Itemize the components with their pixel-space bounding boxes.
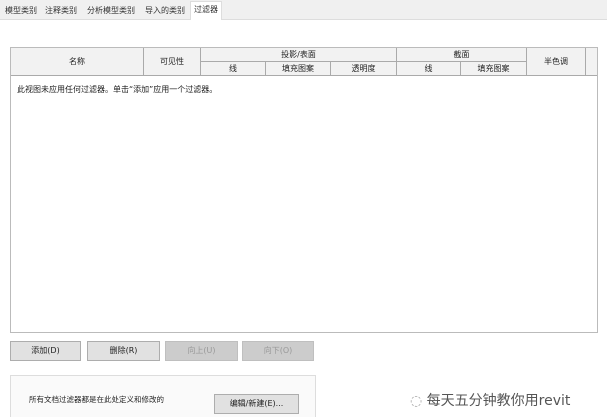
filters-table: 名称 可见性 投影/表面 线 填充图案 透明度 截面 线 填充图案 半色调 此视… (10, 47, 598, 333)
header-halftone[interactable]: 半色调 (527, 48, 586, 76)
filter-definition-group: 所有文档过滤器都是在此处定义和修改的 编辑/新建(E)... (10, 375, 316, 417)
header-proj-line[interactable]: 线 (201, 62, 266, 76)
header-projection: 投影/表面 (201, 48, 397, 62)
wechat-icon: ◌ (410, 393, 427, 409)
header-cut-fill[interactable]: 填充图案 (461, 62, 527, 76)
footer-note: 所有文档过滤器都是在此处定义和修改的 (29, 395, 164, 404)
header-proj-transparency[interactable]: 透明度 (331, 62, 397, 76)
header-cut-line[interactable]: 线 (397, 62, 461, 76)
header-name[interactable]: 名称 (11, 48, 144, 76)
header-extra (586, 48, 597, 76)
watermark: ◌ 每天五分钟教你用revit (410, 393, 571, 409)
edit-new-button[interactable]: 编辑/新建(E)... (214, 394, 299, 414)
tab-analytical-categories[interactable]: 分析模型类别 (84, 3, 138, 18)
move-down-button[interactable]: 向下(O) (242, 341, 314, 361)
tab-filters[interactable]: 过滤器 (190, 1, 222, 20)
add-button[interactable]: 添加(D) (10, 341, 81, 361)
empty-message: 此视图未应用任何过滤器。单击“添加”应用一个过滤器。 (17, 85, 218, 94)
tab-annotation-categories[interactable]: 注释类别 (42, 3, 80, 18)
move-up-button[interactable]: 向上(U) (165, 341, 238, 361)
tab-model-categories[interactable]: 模型类别 (2, 3, 40, 18)
delete-button[interactable]: 删除(R) (87, 341, 160, 361)
tab-imported-categories[interactable]: 导入的类别 (142, 3, 188, 18)
header-proj-fill[interactable]: 填充图案 (266, 62, 331, 76)
header-visibility[interactable]: 可见性 (144, 48, 201, 76)
header-cut: 截面 (397, 48, 527, 62)
tab-bar: 模型类别 注释类别 分析模型类别 导入的类别 过滤器 (0, 0, 607, 20)
